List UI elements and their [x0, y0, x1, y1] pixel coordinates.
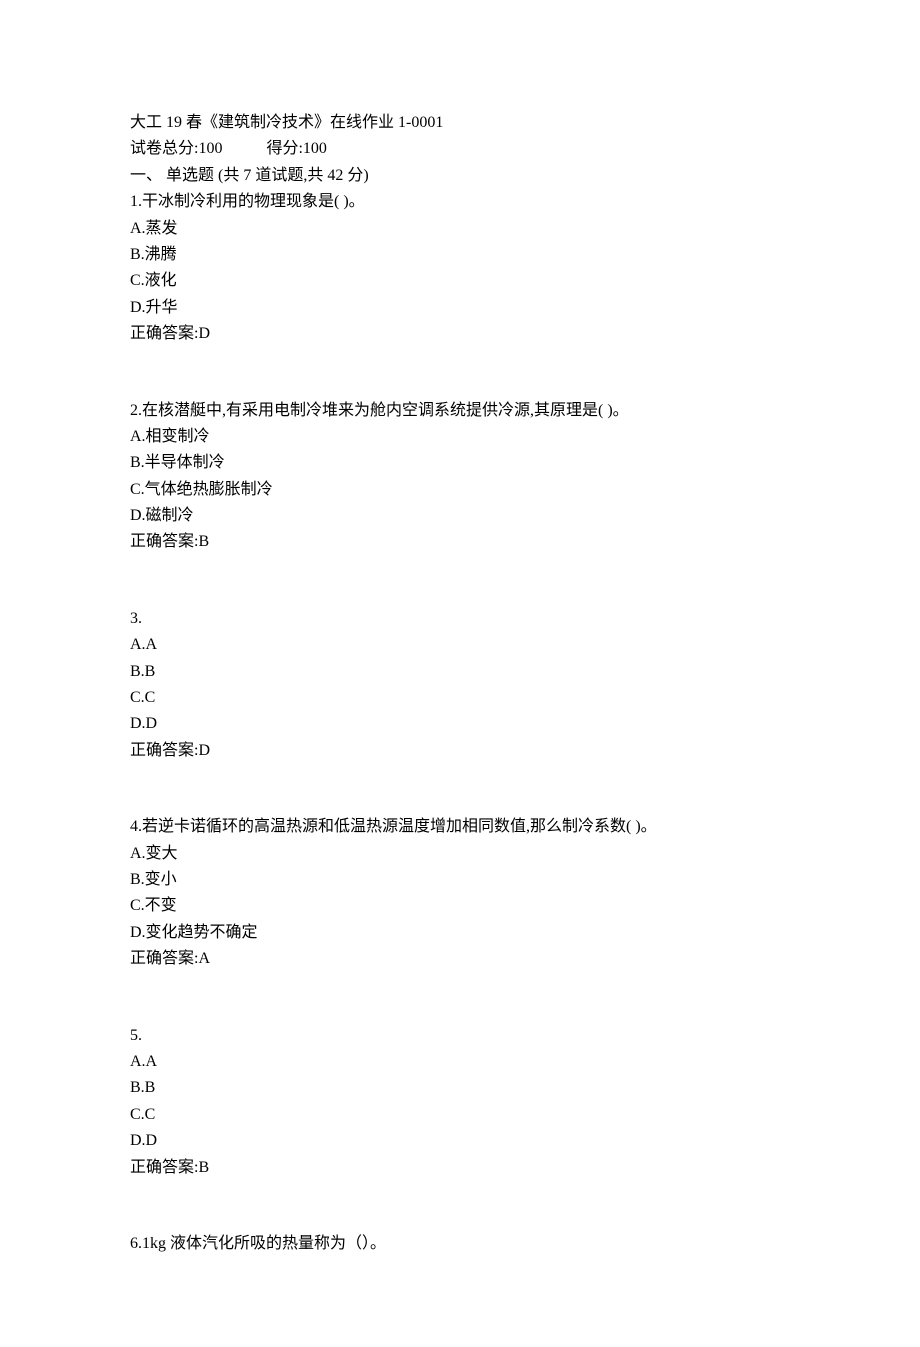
question-option: A.A [130, 632, 790, 658]
question-option: C.C [130, 1102, 790, 1128]
question-option: B.B [130, 1075, 790, 1101]
question-answer: 正确答案:B [130, 1155, 790, 1181]
question-block: 4.若逆卡诺循环的高温热源和低温热源温度增加相同数值,那么制冷系数( )。 A.… [130, 814, 790, 972]
question-option: D.升华 [130, 295, 790, 321]
question-block: 2.在核潜艇中,有采用电制冷堆来为舱内空调系统提供冷源,其原理是( )。 A.相… [130, 398, 790, 556]
document-title: 大工 19 春《建筑制冷技术》在线作业 1-0001 [130, 110, 790, 136]
question-block: 3. A.A B.B C.C D.D 正确答案:D [130, 606, 790, 764]
question-option: B.半导体制冷 [130, 450, 790, 476]
question-option: A.相变制冷 [130, 424, 790, 450]
question-option: A.蒸发 [130, 216, 790, 242]
score-line: 试卷总分:100 得分:100 [130, 136, 790, 162]
obtained-score-label: 得分:100 [266, 140, 326, 157]
question-option: B.变小 [130, 867, 790, 893]
question-block: 5. A.A B.B C.C D.D 正确答案:B [130, 1023, 790, 1181]
question-answer: 正确答案:D [130, 738, 790, 764]
question-answer: 正确答案:D [130, 321, 790, 347]
question-option: C.气体绝热膨胀制冷 [130, 477, 790, 503]
question-answer: 正确答案:A [130, 946, 790, 972]
question-option: D.变化趋势不确定 [130, 920, 790, 946]
question-option: B.B [130, 659, 790, 685]
question-block: 6.1kg 液体汽化所吸的热量称为（）。 [130, 1231, 790, 1257]
total-score-label: 试卷总分:100 [130, 140, 222, 157]
question-option: C.不变 [130, 893, 790, 919]
question-stem: 2.在核潜艇中,有采用电制冷堆来为舱内空调系统提供冷源,其原理是( )。 [130, 398, 790, 424]
question-stem: 6.1kg 液体汽化所吸的热量称为（）。 [130, 1231, 790, 1257]
question-stem: 3. [130, 606, 790, 632]
question-option: B.沸腾 [130, 242, 790, 268]
question-option: A.A [130, 1049, 790, 1075]
question-stem: 1.干冰制冷利用的物理现象是( )。 [130, 189, 790, 215]
question-option: C.C [130, 685, 790, 711]
question-stem: 5. [130, 1023, 790, 1049]
question-option: D.D [130, 711, 790, 737]
question-option: D.磁制冷 [130, 503, 790, 529]
question-option: C.液化 [130, 268, 790, 294]
question-answer: 正确答案:B [130, 529, 790, 555]
question-block: 1.干冰制冷利用的物理现象是( )。 A.蒸发 B.沸腾 C.液化 D.升华 正… [130, 189, 790, 347]
question-option: A.变大 [130, 841, 790, 867]
question-stem: 4.若逆卡诺循环的高温热源和低温热源温度增加相同数值,那么制冷系数( )。 [130, 814, 790, 840]
question-option: D.D [130, 1128, 790, 1154]
section-heading: 一、 单选题 (共 7 道试题,共 42 分) [130, 163, 790, 189]
